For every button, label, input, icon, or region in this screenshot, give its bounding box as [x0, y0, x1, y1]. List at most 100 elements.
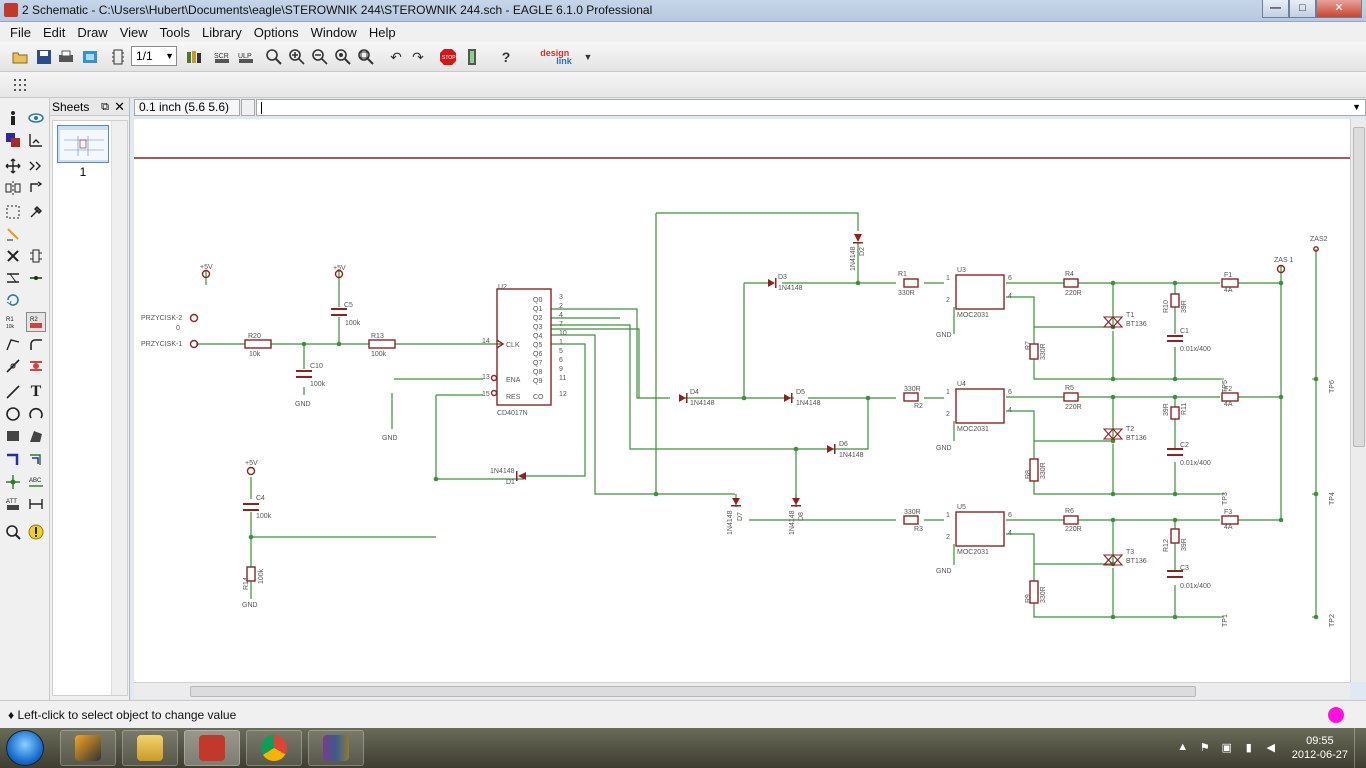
- erc-icon[interactable]: [3, 522, 23, 542]
- menu-options[interactable]: Options: [248, 25, 305, 40]
- group-icon[interactable]: [3, 202, 23, 222]
- script-icon[interactable]: SCR: [212, 47, 232, 67]
- menu-tools[interactable]: Tools: [154, 25, 196, 40]
- net-icon[interactable]: [26, 450, 46, 470]
- open-icon[interactable]: [10, 47, 30, 67]
- action-center-flag-icon[interactable]: ⚑: [1198, 741, 1212, 755]
- show-desktop-button[interactable]: [1354, 728, 1366, 768]
- replace-icon[interactable]: [3, 290, 23, 310]
- zoom-out-icon[interactable]: [310, 47, 330, 67]
- zoom-redraw-icon[interactable]: [333, 47, 353, 67]
- show-eye-icon[interactable]: [26, 108, 46, 128]
- grid-icon[interactable]: [10, 75, 30, 95]
- mark-icon[interactable]: [26, 130, 46, 150]
- arc-icon[interactable]: [26, 404, 46, 424]
- go-icon[interactable]: [462, 47, 482, 67]
- print-icon[interactable]: [56, 47, 76, 67]
- volume-icon[interactable]: ◀: [1264, 741, 1278, 755]
- canvas-vertical-scrollbar[interactable]: [1350, 119, 1366, 682]
- undo-icon[interactable]: ↶: [386, 47, 406, 67]
- network-signal-icon[interactable]: ▮: [1242, 741, 1256, 755]
- menu-library[interactable]: Library: [196, 25, 248, 40]
- change-icon[interactable]: [26, 202, 46, 222]
- delete-icon[interactable]: [3, 246, 23, 266]
- miter-icon[interactable]: [26, 334, 46, 354]
- eagle-app-icon[interactable]: [4, 3, 18, 17]
- name-icon[interactable]: R1 10k: [3, 312, 23, 332]
- smash-icon[interactable]: [3, 334, 23, 354]
- circle-icon[interactable]: [3, 404, 23, 424]
- menu-draw[interactable]: Draw: [71, 25, 113, 40]
- junction-icon[interactable]: [3, 472, 23, 492]
- command-toolbox: R1 10k R2 T ABC ATT: [0, 98, 50, 700]
- schematic-canvas[interactable]: +5V +5V +5V PRZYCISK-2 0 PRZYCISK-1 R20 …: [134, 119, 1350, 682]
- display-layers-icon[interactable]: [3, 130, 23, 150]
- canvas-horizontal-scrollbar[interactable]: [134, 682, 1350, 699]
- pinswap-icon[interactable]: [3, 268, 23, 288]
- wire-line-icon[interactable]: [3, 382, 23, 402]
- value-icon[interactable]: R2: [26, 312, 46, 332]
- close-panel-icon[interactable]: ✕: [114, 98, 125, 116]
- dimension-icon[interactable]: [26, 494, 46, 514]
- taskbar-app-chrome[interactable]: [246, 730, 302, 766]
- show-hidden-icons-icon[interactable]: ▲: [1176, 741, 1190, 755]
- split-icon[interactable]: [3, 356, 23, 376]
- label-icon[interactable]: ABC: [26, 472, 46, 492]
- command-input[interactable]: ▼: [256, 99, 1366, 116]
- zoom-select-icon[interactable]: [356, 47, 376, 67]
- menu-file[interactable]: File: [4, 25, 37, 40]
- copy-icon[interactable]: [26, 156, 46, 176]
- use-library-icon[interactable]: [184, 47, 204, 67]
- add-icon[interactable]: [26, 246, 46, 266]
- minimize-button[interactable]: —: [1262, 0, 1289, 18]
- close-button[interactable]: ✕: [1316, 0, 1362, 18]
- attribute-icon[interactable]: ATT: [3, 494, 23, 514]
- sheet-thumbnail[interactable]: [57, 125, 109, 163]
- zoom-fit-icon[interactable]: [264, 47, 284, 67]
- redo-icon[interactable]: ↷: [408, 47, 428, 67]
- vertical-scroll-thumb[interactable]: [1353, 127, 1365, 447]
- float-panel-icon[interactable]: ⧉: [101, 98, 109, 116]
- design-link-logo[interactable]: design link: [532, 47, 580, 67]
- paste-icon[interactable]: [3, 224, 23, 244]
- taskbar-app-ftp[interactable]: [60, 730, 116, 766]
- rotate-icon[interactable]: [26, 178, 46, 198]
- cam-processor-icon[interactable]: [80, 47, 100, 67]
- stop-icon[interactable]: STOP: [438, 47, 458, 67]
- menu-window[interactable]: Window: [305, 25, 363, 40]
- sheets-scrollbar[interactable]: [111, 121, 127, 695]
- menu-help[interactable]: Help: [363, 25, 402, 40]
- sheets-title: Sheets: [52, 100, 90, 114]
- start-button[interactable]: [6, 730, 44, 766]
- bus-icon[interactable]: [3, 450, 23, 470]
- ulp-icon[interactable]: ULP: [236, 47, 256, 67]
- polygon-icon[interactable]: [26, 426, 46, 446]
- command-history-dropdown-icon[interactable]: ▼: [1352, 102, 1361, 112]
- save-icon[interactable]: [34, 47, 54, 67]
- maximize-button[interactable]: □: [1289, 0, 1316, 18]
- text-icon[interactable]: T: [26, 382, 46, 402]
- board-icon[interactable]: [108, 47, 128, 67]
- taskbar-app-explorer[interactable]: [122, 730, 178, 766]
- label-r2: R2: [914, 403, 923, 410]
- rect-icon[interactable]: [3, 426, 23, 446]
- mirror-icon[interactable]: [3, 178, 23, 198]
- info-icon[interactable]: [3, 108, 23, 128]
- zoom-in-icon[interactable]: [287, 47, 307, 67]
- command-button[interactable]: [241, 99, 255, 116]
- sheet-select[interactable]: 1/1 ▼: [131, 46, 177, 66]
- errors-icon[interactable]: [26, 522, 46, 542]
- taskbar-app-winrar[interactable]: [308, 730, 364, 766]
- device-icon[interactable]: ▣: [1220, 741, 1234, 755]
- move-icon[interactable]: [3, 156, 23, 176]
- horizontal-scroll-thumb[interactable]: [190, 686, 1196, 697]
- menu-edit[interactable]: Edit: [37, 25, 71, 40]
- clock[interactable]: 09:55 2012-06-27: [1292, 734, 1348, 762]
- label-t1: T1: [1126, 312, 1134, 319]
- help-icon[interactable]: ?: [496, 47, 516, 67]
- menu-view[interactable]: View: [114, 25, 154, 40]
- taskbar-app-eagle[interactable]: [184, 730, 240, 766]
- design-link-dropdown-icon[interactable]: ▼: [578, 47, 598, 67]
- gateswap-icon[interactable]: [26, 268, 46, 288]
- invoke-icon[interactable]: [26, 356, 46, 376]
